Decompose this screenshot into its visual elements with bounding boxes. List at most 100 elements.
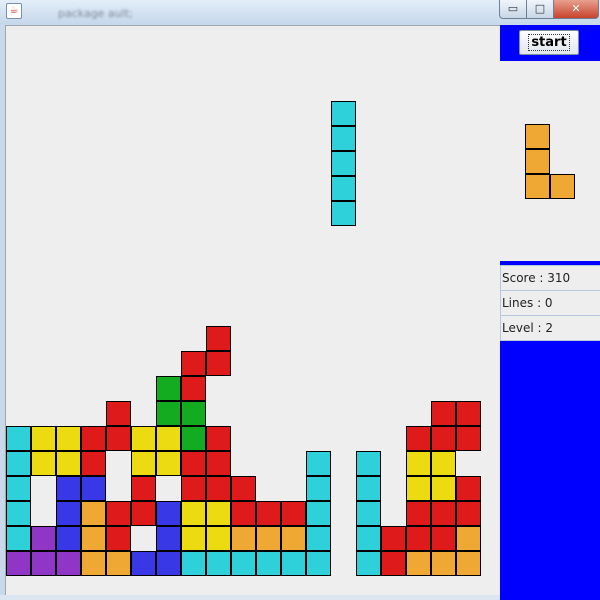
board-block [181, 451, 206, 476]
next-piece-preview [500, 61, 600, 261]
board-block [456, 501, 481, 526]
board-block [106, 426, 131, 451]
board-block [206, 551, 231, 576]
board-block [31, 451, 56, 476]
board-block [431, 551, 456, 576]
board-block [206, 526, 231, 551]
board-block [431, 476, 456, 501]
board-block [356, 476, 381, 501]
next-piece-block [550, 174, 575, 199]
board-block [356, 501, 381, 526]
board-block [156, 376, 181, 401]
falling-block [331, 126, 356, 151]
board-block [156, 501, 181, 526]
board-block [206, 476, 231, 501]
title-bar: ☕ package ault; ▭ □ ✕ [0, 0, 600, 24]
next-piece-block [525, 149, 550, 174]
board-block [231, 476, 256, 501]
board-block [431, 401, 456, 426]
board-block [6, 476, 31, 501]
board-block [181, 551, 206, 576]
board-block [256, 551, 281, 576]
board-block [31, 551, 56, 576]
board-block [156, 426, 181, 451]
board-block [106, 526, 131, 551]
lines-label: Lines : 0 [500, 290, 600, 316]
board-block [306, 551, 331, 576]
next-piece-block [525, 124, 550, 149]
board-block [206, 351, 231, 376]
board-block [406, 451, 431, 476]
board-block [281, 501, 306, 526]
board-block [181, 426, 206, 451]
board-block [181, 401, 206, 426]
board-block [156, 526, 181, 551]
side-panel-fill [500, 341, 600, 600]
board-block [81, 501, 106, 526]
board-block [6, 426, 31, 451]
falling-block [331, 201, 356, 226]
board-block [256, 526, 281, 551]
falling-block [331, 101, 356, 126]
board-block [456, 551, 481, 576]
board-block [356, 551, 381, 576]
board-block [306, 501, 331, 526]
board-block [106, 551, 131, 576]
board-block [206, 501, 231, 526]
start-button[interactable]: start [519, 30, 579, 55]
board-block [281, 526, 306, 551]
minimize-button[interactable]: ▭ [499, 0, 527, 19]
board-block [56, 451, 81, 476]
board-block [131, 451, 156, 476]
board-block [381, 526, 406, 551]
board-block [456, 401, 481, 426]
level-label: Level : 2 [500, 315, 600, 341]
board-block [206, 426, 231, 451]
board-block [31, 426, 56, 451]
board-block [181, 476, 206, 501]
board-block [56, 501, 81, 526]
window-bottom-edge [0, 595, 500, 600]
start-button-label: start [528, 34, 570, 51]
board-block [306, 476, 331, 501]
next-piece-block [525, 174, 550, 199]
board-block [6, 451, 31, 476]
board-block [306, 526, 331, 551]
board-block [231, 526, 256, 551]
board-block [406, 501, 431, 526]
board-block [181, 351, 206, 376]
board-block [106, 501, 131, 526]
board-block [156, 451, 181, 476]
board-block [431, 426, 456, 451]
board-block [131, 501, 156, 526]
blurred-window-title: package ault; [58, 7, 133, 20]
board-block [6, 551, 31, 576]
board-block [431, 451, 456, 476]
board-block [431, 501, 456, 526]
board-block [56, 551, 81, 576]
board-block [281, 551, 306, 576]
maximize-button[interactable]: □ [526, 0, 554, 19]
board-block [431, 526, 456, 551]
board-block [306, 451, 331, 476]
close-button[interactable]: ✕ [553, 0, 599, 19]
board-block [81, 526, 106, 551]
board-block [31, 526, 56, 551]
board-block [381, 551, 406, 576]
board-block [81, 551, 106, 576]
java-cup-icon: ☕ [6, 3, 22, 19]
board-block [406, 476, 431, 501]
board-block [206, 326, 231, 351]
board-block [156, 551, 181, 576]
board-block [256, 501, 281, 526]
board-block [231, 501, 256, 526]
board-block [81, 426, 106, 451]
board-block [456, 426, 481, 451]
board-block [6, 526, 31, 551]
board-block [56, 476, 81, 501]
board-block [406, 551, 431, 576]
board-block [181, 376, 206, 401]
board-block [6, 501, 31, 526]
board-block [156, 401, 181, 426]
board-block [81, 451, 106, 476]
